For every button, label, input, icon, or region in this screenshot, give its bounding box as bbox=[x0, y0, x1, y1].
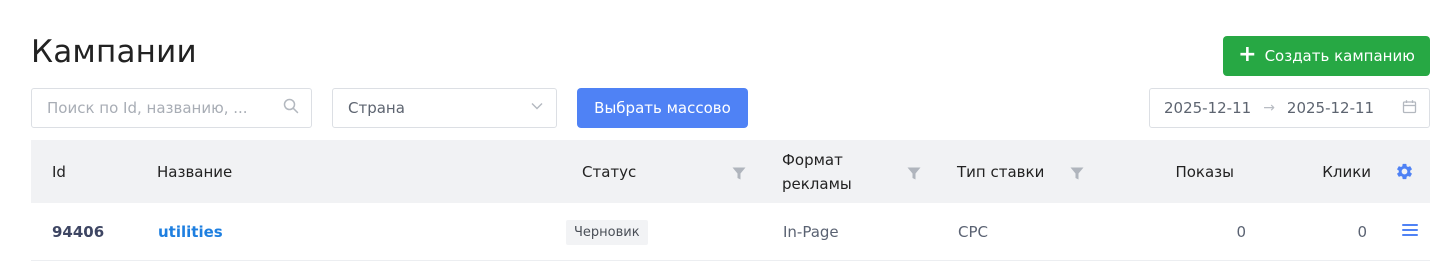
country-select[interactable]: Страна bbox=[332, 88, 557, 128]
table-header: Id Название Статус Формат рекламы Тип ст… bbox=[31, 140, 1430, 203]
column-header-status[interactable]: Статус bbox=[582, 140, 636, 203]
bid-type: CPC bbox=[958, 223, 988, 241]
date-range-picker[interactable]: 2025-12-11 → 2025-12-11 bbox=[1149, 88, 1430, 128]
filter-icon[interactable] bbox=[732, 165, 746, 184]
campaign-name-link[interactable]: utilities bbox=[158, 223, 223, 241]
column-header-format-line1: Формат bbox=[782, 150, 843, 169]
campaigns-page: Кампании + Создать кампанию Страна Выбра… bbox=[0, 0, 1451, 269]
search-icon bbox=[283, 98, 299, 118]
filter-icon[interactable] bbox=[1070, 165, 1084, 184]
date-to[interactable]: 2025-12-11 bbox=[1287, 99, 1374, 117]
create-campaign-button[interactable]: + Создать кампанию bbox=[1223, 36, 1430, 76]
column-header-clicks[interactable]: Клики bbox=[1281, 140, 1371, 203]
row-menu bbox=[1401, 203, 1419, 261]
column-header-name[interactable]: Название bbox=[157, 140, 232, 203]
column-header-format[interactable]: Формат рекламы bbox=[782, 140, 852, 203]
campaign-id: 94406 bbox=[52, 223, 105, 241]
clicks-value: 0 bbox=[1357, 223, 1367, 241]
chevron-down-icon bbox=[530, 99, 544, 117]
create-campaign-label: Создать кампанию bbox=[1264, 47, 1415, 65]
gear-icon[interactable] bbox=[1395, 162, 1414, 185]
arrow-right-icon: → bbox=[1263, 100, 1275, 116]
ad-format: In-Page bbox=[783, 223, 839, 241]
bulk-select-button[interactable]: Выбрать массово bbox=[577, 88, 748, 128]
status-badge: Черновик bbox=[566, 219, 648, 245]
campaign-name-cell: utilities bbox=[158, 203, 223, 261]
column-header-impressions[interactable]: Показы bbox=[1131, 140, 1234, 203]
table-row[interactable]: 94406 utilities Черновик In-Page CPC 0 0 bbox=[31, 203, 1430, 261]
column-header-id[interactable]: Id bbox=[52, 140, 66, 203]
calendar-icon bbox=[1402, 99, 1417, 118]
status-cell: Черновик bbox=[566, 203, 648, 261]
date-from[interactable]: 2025-12-11 bbox=[1164, 99, 1251, 117]
page-title: Кампании bbox=[31, 34, 197, 70]
filter-icon[interactable] bbox=[907, 165, 921, 184]
column-header-format-line2: рекламы bbox=[782, 174, 852, 193]
country-select-value: Страна bbox=[348, 99, 405, 117]
search-field[interactable] bbox=[31, 88, 312, 128]
menu-icon[interactable] bbox=[1401, 222, 1419, 242]
impressions-value: 0 bbox=[1236, 223, 1246, 241]
search-input[interactable] bbox=[47, 99, 283, 117]
column-header-bid-type[interactable]: Тип ставки bbox=[957, 140, 1044, 203]
plus-icon: + bbox=[1238, 42, 1257, 67]
